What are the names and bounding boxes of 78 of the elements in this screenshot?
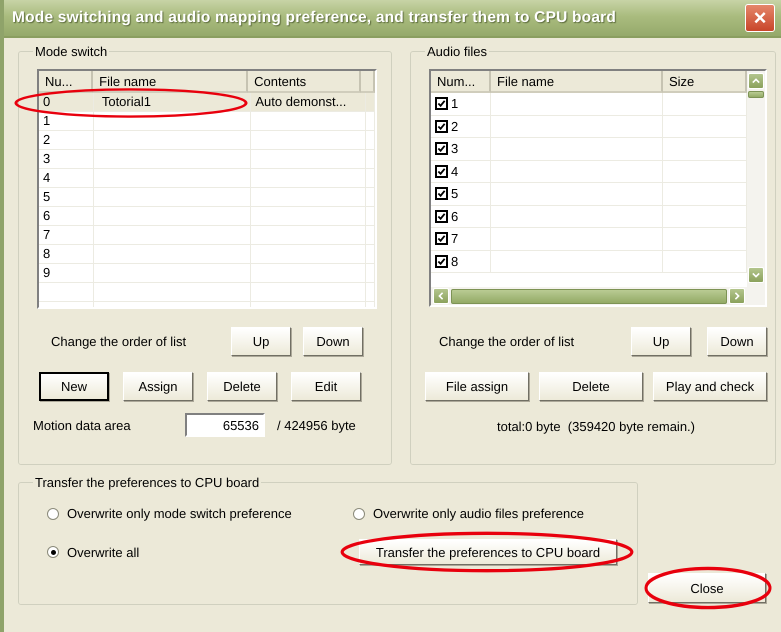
total-label: total:0 byte (359420 byte remain.): [496, 419, 696, 434]
action-button[interactable]: Delete: [539, 372, 643, 401]
action-button[interactable]: Play and check: [653, 372, 767, 401]
input-field[interactable]: 65536: [185, 413, 265, 437]
action-button[interactable]: File assign: [425, 372, 529, 401]
table-cell: Totorial1: [94, 93, 252, 111]
radio-option[interactable]: Overwrite only audio files preference: [353, 506, 623, 521]
action-button[interactable]: New: [39, 372, 109, 401]
list-row[interactable]: 7: [39, 226, 375, 245]
list-row[interactable]: 3: [39, 150, 375, 169]
table-cell: 8: [39, 245, 94, 263]
up-button[interactable]: Up: [631, 327, 691, 356]
column-header[interactable]: File name: [491, 71, 663, 93]
radio-option[interactable]: Overwrite only mode switch preference: [47, 506, 353, 521]
list-row[interactable]: 0 Totorial1 Auto demonst...: [39, 93, 375, 112]
horizontal-scrollbar[interactable]: [431, 287, 747, 305]
table-cell: 4: [39, 169, 94, 187]
list-row[interactable]: 2: [39, 131, 375, 150]
table-cell: Auto demonst...: [251, 93, 366, 111]
list-row[interactable]: 4: [39, 169, 375, 188]
scroll-up-icon[interactable]: [748, 73, 764, 89]
table-cell: 0: [39, 93, 94, 111]
list-row[interactable]: 5: [39, 188, 375, 207]
motion-label: Motion data area: [33, 418, 132, 432]
table-cell-text: 8: [451, 252, 458, 271]
table-cell-text: 1: [451, 95, 458, 114]
scroll-left-icon[interactable]: [433, 288, 449, 304]
scroll-right-icon[interactable]: [729, 288, 745, 304]
table-cell-text: 3: [451, 140, 458, 158]
table-cell-text: 2: [451, 118, 458, 136]
transfer-button[interactable]: Transfer the preferences to CPU board: [359, 539, 617, 565]
scroll-thumb[interactable]: [748, 91, 764, 98]
order-label: Change the order of list: [51, 334, 188, 349]
table-cell: 1: [39, 112, 94, 130]
radio-button[interactable]: [47, 546, 59, 558]
scroll-thumb[interactable]: [451, 288, 727, 304]
checkbox[interactable]: [435, 254, 448, 268]
list-row[interactable]: 8: [39, 245, 375, 264]
down-button[interactable]: Down: [707, 327, 767, 356]
checkbox[interactable]: [435, 142, 448, 156]
list-row[interactable]: 9: [39, 264, 375, 283]
checkbox[interactable]: [435, 232, 448, 246]
table-cell: 6: [39, 207, 94, 225]
table-cell-text: 5: [451, 185, 458, 204]
order-label: Change the order of list: [439, 334, 576, 349]
down-button[interactable]: Down: [303, 327, 363, 356]
table-cell: 9: [39, 264, 94, 282]
checkbox[interactable]: [435, 210, 448, 223]
checkbox[interactable]: [435, 164, 448, 178]
action-button[interactable]: Delete: [207, 372, 277, 401]
table-cell-text: 6: [451, 208, 458, 226]
checkbox[interactable]: [435, 120, 448, 133]
table-cell-text: 4: [451, 162, 458, 181]
up-button[interactable]: Up: [231, 327, 291, 356]
window-title: Mode switching and audio mapping preference, and transfer them to CPU board: [12, 9, 616, 27]
vertical-scrollbar[interactable]: [747, 71, 765, 305]
list-row[interactable]: 6: [39, 207, 375, 226]
radio-button[interactable]: [353, 508, 365, 520]
close-dialog-button[interactable]: Close: [648, 573, 766, 603]
table-cell: 7: [39, 226, 94, 244]
close-button[interactable]: ×: [745, 4, 775, 32]
radio-button[interactable]: [47, 508, 59, 520]
table-cell: 2: [39, 131, 94, 149]
action-button[interactable]: Assign: [123, 372, 193, 401]
radio-option[interactable]: Overwrite all: [47, 544, 353, 560]
checkbox[interactable]: [435, 187, 448, 200]
scroll-down-icon[interactable]: [748, 267, 764, 283]
list-row[interactable]: 1: [39, 112, 375, 131]
group-title: Transfer the preferences to CPU board: [34, 475, 260, 490]
table-cell: 3: [39, 150, 94, 168]
checkbox[interactable]: [435, 97, 448, 110]
table-cell: 5: [39, 188, 94, 206]
column-header[interactable]: Num...: [431, 71, 491, 93]
group-title: Mode switch: [34, 44, 108, 59]
action-button[interactable]: Edit: [291, 372, 361, 401]
table-cell-text: 7: [451, 230, 458, 248]
total-label: / 424956 byte: [277, 418, 356, 432]
group-title: Audio files: [426, 44, 488, 59]
